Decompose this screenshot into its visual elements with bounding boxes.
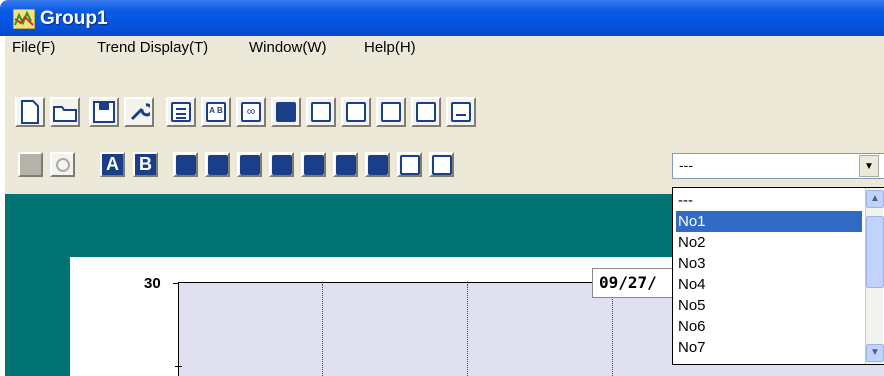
note-button[interactable]: [365, 152, 390, 177]
search-button[interactable]: ∞: [236, 97, 266, 127]
disabled-button: [18, 152, 43, 177]
note-icon: [367, 154, 388, 175]
bar-chart-icon: [276, 102, 296, 122]
dropdown-scrollbar[interactable]: ▲ ▼: [865, 188, 884, 364]
tool-icon: [399, 154, 420, 175]
save-icon: [93, 101, 115, 123]
open-button[interactable]: [50, 97, 80, 127]
ab-scale-icon: A B: [206, 102, 226, 122]
wave-icon: [416, 102, 436, 122]
chevron-down-icon: ▼: [870, 347, 880, 358]
grid-line: [322, 284, 323, 376]
alarm-setting-button[interactable]: [341, 97, 371, 127]
bell-icon: [381, 102, 401, 122]
window-title: Group1: [40, 8, 108, 29]
dropdown-option[interactable]: ---: [676, 190, 862, 211]
comment-icon: [335, 154, 356, 175]
app-icon: [13, 9, 35, 29]
vertical-zoom-button[interactable]: [237, 152, 262, 177]
save-button[interactable]: [89, 97, 119, 127]
waveform-icon: [207, 154, 228, 175]
dropdown-option[interactable]: No5: [676, 295, 862, 316]
channel-select-value: ---: [679, 157, 693, 173]
y-scale-button[interactable]: [173, 152, 198, 177]
time-axis-button[interactable]: [301, 152, 326, 177]
menu-window[interactable]: Window(W): [245, 37, 331, 59]
wrench-icon: [130, 103, 150, 121]
dropdown-arrow-button[interactable]: ▼: [859, 155, 879, 177]
y-tick: [175, 366, 182, 367]
print-button[interactable]: [446, 97, 476, 127]
alarm-icon: [346, 102, 366, 122]
alarm-ack-button[interactable]: [376, 97, 406, 127]
dropdown-option-selected[interactable]: No1: [676, 211, 862, 232]
edit-button[interactable]: [306, 97, 336, 127]
chevron-up-icon: ▲: [870, 193, 880, 204]
scroll-down-button[interactable]: ▼: [866, 344, 884, 362]
folder-icon: [53, 106, 77, 122]
table-button[interactable]: [166, 97, 196, 127]
binoculars-icon: ∞: [241, 102, 261, 122]
y-axis-max-label: 30: [144, 275, 161, 292]
y-scale-icon: [175, 154, 196, 175]
date-label: 09/27/: [592, 268, 682, 298]
dropdown-option[interactable]: No3: [676, 253, 862, 274]
horizontal-zoom-icon: [271, 154, 292, 175]
ab-scale-button[interactable]: A B: [201, 97, 231, 127]
dropdown-option[interactable]: No4: [676, 274, 862, 295]
menu-trend-display[interactable]: Trend Display(T): [93, 37, 212, 59]
main-toolbar: A B ∞: [5, 88, 884, 142]
add-icon: [431, 154, 452, 175]
new-file-icon: [21, 100, 39, 124]
wave-button[interactable]: [411, 97, 441, 127]
menu-bar: File(F) Trend Display(T) Window(W) Help(…: [5, 36, 884, 88]
menu-help[interactable]: Help(H): [360, 37, 420, 59]
new-file-button[interactable]: [15, 97, 45, 127]
time-axis-icon: [303, 154, 324, 175]
tool-button[interactable]: [397, 152, 422, 177]
menu-file[interactable]: File(F): [8, 37, 59, 59]
dropdown-option[interactable]: No7: [676, 337, 862, 358]
edit-icon: [311, 102, 331, 122]
bar-chart-button[interactable]: [271, 97, 301, 127]
y-tick: [173, 283, 179, 284]
scroll-thumb[interactable]: [866, 216, 884, 288]
comment-button[interactable]: [333, 152, 358, 177]
refresh-button[interactable]: [50, 152, 75, 177]
printer-icon: [451, 102, 471, 122]
dropdown-option[interactable]: No2: [676, 232, 862, 253]
add-button[interactable]: [429, 152, 454, 177]
refresh-icon: [55, 157, 70, 172]
cursor-a-button[interactable]: A: [100, 152, 125, 177]
grid-line: [467, 284, 468, 376]
title-bar[interactable]: Group1: [0, 0, 884, 36]
settings-button[interactable]: [124, 97, 154, 127]
scroll-up-button[interactable]: ▲: [866, 190, 884, 208]
chevron-down-icon: ▼: [864, 160, 874, 172]
table-icon: [171, 102, 191, 122]
horizontal-zoom-button[interactable]: [269, 152, 294, 177]
dropdown-option[interactable]: No6: [676, 316, 862, 337]
channel-select[interactable]: --- ▼: [672, 153, 884, 179]
vertical-zoom-icon: [239, 154, 260, 175]
waveform-button[interactable]: [205, 152, 230, 177]
cursor-b-button[interactable]: B: [133, 152, 158, 177]
channel-dropdown-list: --- No1 No2 No3 No4 No5 No6 No7 ▲ ▼: [672, 187, 884, 365]
